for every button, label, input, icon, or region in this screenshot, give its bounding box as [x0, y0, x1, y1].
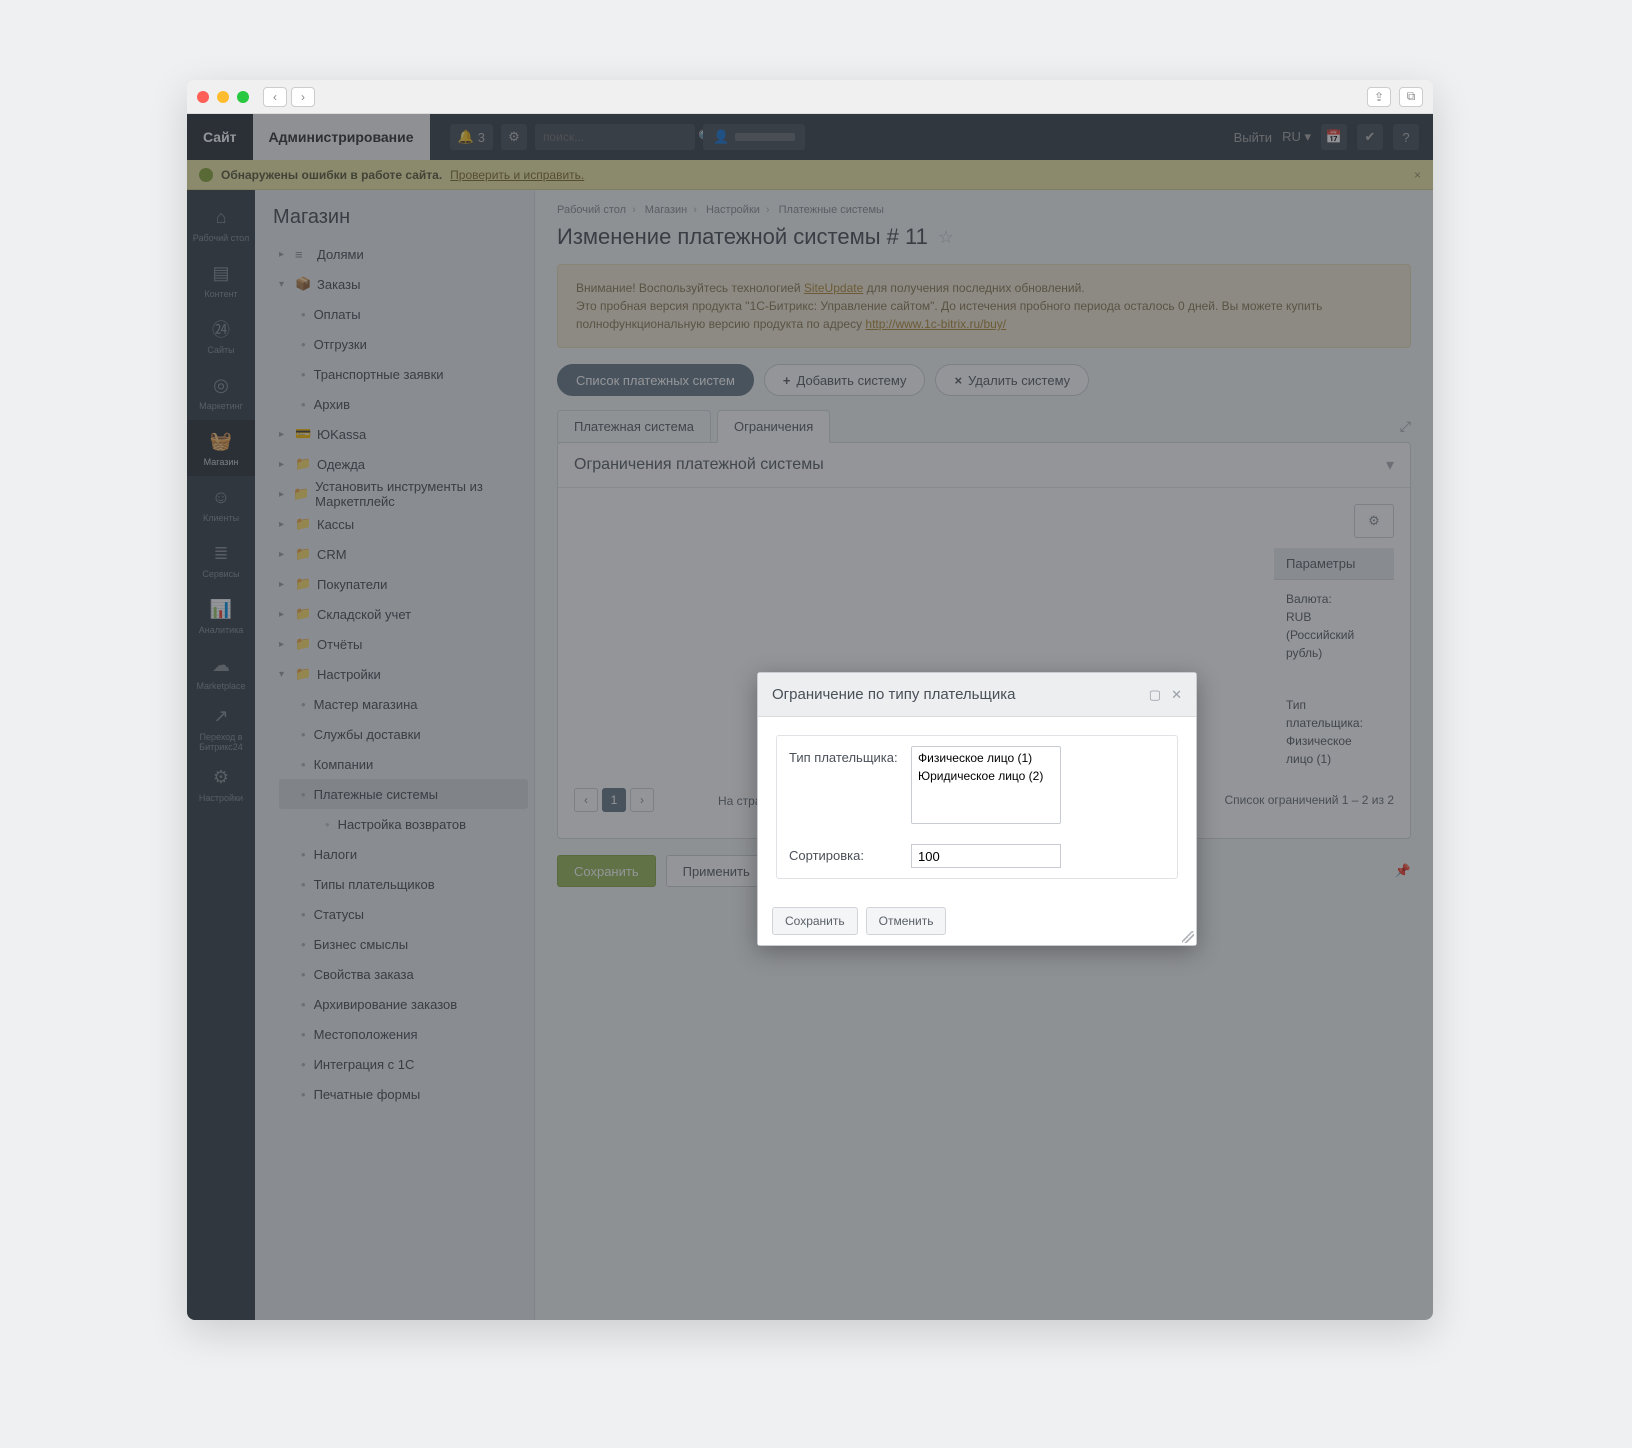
dialog-header[interactable]: Ограничение по типу плательщика ▢ ✕: [758, 673, 1196, 717]
payer-type-label: Тип плательщика:: [789, 746, 911, 765]
sort-input[interactable]: [911, 844, 1061, 868]
dialog-close-icon[interactable]: ✕: [1171, 687, 1182, 703]
window-minimize-icon[interactable]: [217, 91, 229, 103]
window-close-icon[interactable]: [197, 91, 209, 103]
browser-window: ‹ › ⇪ ⧉ Сайт Администрирование 🔔 3 ⚙ 🔍 👤…: [187, 80, 1433, 1320]
dialog-save-button[interactable]: Сохранить: [772, 907, 858, 935]
sort-label: Сортировка:: [789, 844, 911, 863]
nav-back-button[interactable]: ‹: [263, 87, 287, 107]
dialog-maximize-icon[interactable]: ▢: [1149, 687, 1161, 703]
browser-titlebar: ‹ › ⇪ ⧉: [187, 80, 1433, 114]
share-icon[interactable]: ⇪: [1367, 87, 1391, 107]
payer-type-dialog: Ограничение по типу плательщика ▢ ✕ Тип …: [757, 672, 1197, 946]
tabs-icon[interactable]: ⧉: [1399, 87, 1423, 107]
payer-type-select[interactable]: Физическое лицо (1) Юридическое лицо (2): [911, 746, 1061, 824]
dialog-cancel-button[interactable]: Отменить: [866, 907, 947, 935]
dialog-resize-handle[interactable]: [1182, 931, 1194, 943]
window-zoom-icon[interactable]: [237, 91, 249, 103]
dialog-title: Ограничение по типу плательщика: [772, 686, 1015, 703]
nav-forward-button[interactable]: ›: [291, 87, 315, 107]
